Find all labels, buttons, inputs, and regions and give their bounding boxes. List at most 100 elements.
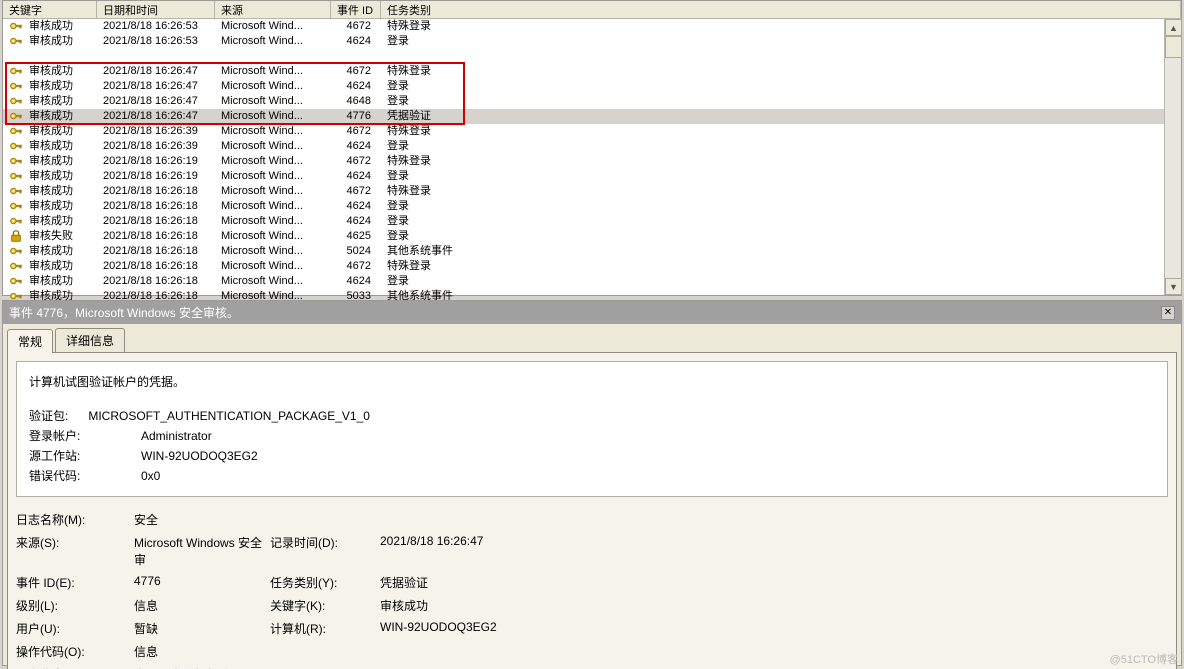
detail-title-text: 事件 4776，Microsoft Windows 安全审核。 bbox=[9, 304, 239, 321]
cell-keyword: 审核成功 bbox=[29, 80, 73, 92]
table-row[interactable]: 审核成功2021/8/18 16:26:47Microsoft Wind...4… bbox=[3, 109, 1181, 124]
key-icon bbox=[9, 184, 25, 198]
key-icon bbox=[9, 199, 25, 213]
table-row[interactable]: 审核成功2021/8/18 16:26:39Microsoft Wind...4… bbox=[3, 139, 1181, 154]
table-row[interactable]: 审核成功2021/8/18 16:26:47Microsoft Wind...4… bbox=[3, 94, 1181, 109]
cell-source: Microsoft Wind... bbox=[221, 140, 303, 152]
cell-keyword: 审核成功 bbox=[29, 155, 73, 167]
cell-datetime: 2021/8/18 16:26:47 bbox=[103, 80, 198, 92]
key-icon bbox=[9, 154, 25, 168]
col-header-eventid[interactable]: 事件 ID bbox=[331, 1, 381, 18]
cell-keyword: 审核成功 bbox=[29, 275, 73, 287]
cell-datetime: 2021/8/18 16:26:18 bbox=[103, 185, 198, 197]
cell-category: 登录 bbox=[387, 200, 409, 212]
tab-details[interactable]: 详细信息 bbox=[55, 328, 125, 352]
table-row[interactable] bbox=[3, 49, 1181, 64]
table-row[interactable]: 审核成功 2021/8/18 16:26:18 Microsoft Wind... 4… bbox=[3, 259, 1181, 274]
key-icon bbox=[9, 64, 25, 78]
acct-label: 登录帐户: bbox=[29, 426, 85, 446]
cell-eventid: 4672 bbox=[347, 65, 371, 77]
table-row[interactable]: 审核失败2021/8/18 16:26:18Microsoft Wind...4… bbox=[3, 229, 1181, 244]
cell-source: Microsoft Wind... bbox=[221, 170, 303, 182]
cell-source: Microsoft Wind... bbox=[221, 200, 303, 212]
cell-datetime: 2021/8/18 16:26:53 bbox=[103, 35, 198, 47]
close-icon[interactable]: ✕ bbox=[1161, 306, 1175, 320]
key-icon bbox=[9, 109, 25, 123]
cell-category: 登录 bbox=[387, 140, 409, 152]
cell-keyword: 审核成功 bbox=[29, 95, 73, 107]
computer-label: 计算机(R): bbox=[270, 620, 380, 637]
cell-keyword: 审核成功 bbox=[29, 215, 73, 227]
scroll-thumb[interactable] bbox=[1165, 36, 1182, 58]
cell-category: 登录 bbox=[387, 170, 409, 182]
key-icon bbox=[9, 34, 25, 48]
table-row[interactable]: 审核成功2021/8/18 16:26:47Microsoft Wind...4… bbox=[3, 64, 1181, 79]
col-header-source[interactable]: 来源 bbox=[215, 1, 331, 18]
table-row[interactable]: 审核成功2021/8/18 16:26:19Microsoft Wind...4… bbox=[3, 169, 1181, 184]
cell-datetime: 2021/8/18 16:26:53 bbox=[103, 20, 198, 32]
key-icon bbox=[9, 274, 25, 288]
cell-source: Microsoft Wind... bbox=[221, 185, 303, 197]
detail-tabs: 常规 详细信息 bbox=[3, 324, 1181, 352]
computer-value: WIN-92UODOQ3EG2 bbox=[380, 620, 1168, 637]
cell-source: Microsoft Wind... bbox=[221, 230, 303, 242]
pkg-label: 验证包: bbox=[29, 406, 85, 426]
lock-icon bbox=[9, 229, 25, 243]
table-row[interactable]: 审核成功2021/8/18 16:26:39Microsoft Wind...4… bbox=[3, 124, 1181, 139]
cell-eventid: 4624 bbox=[347, 80, 371, 92]
cell-source: Microsoft Wind... bbox=[221, 110, 303, 122]
table-row[interactable]: 审核成功2021/8/18 16:26:18Microsoft Wind...4… bbox=[3, 184, 1181, 199]
table-row[interactable]: 审核成功2021/8/18 16:26:18Microsoft Wind...5… bbox=[3, 244, 1181, 259]
cell-category: 特殊登录 bbox=[387, 185, 431, 197]
cell-datetime: 2021/8/18 16:26:47 bbox=[103, 110, 198, 122]
table-row[interactable]: 审核成功2021/8/18 16:26:19Microsoft Wind...4… bbox=[3, 154, 1181, 169]
logname-label: 日志名称(M): bbox=[16, 511, 134, 528]
event-detail-pane: 事件 4776，Microsoft Windows 安全审核。 ✕ 常规 详细信… bbox=[2, 300, 1182, 666]
cell-source: Microsoft Wind... bbox=[221, 245, 303, 257]
acct-value: Administrator bbox=[141, 426, 212, 446]
key-icon bbox=[9, 139, 25, 153]
table-row[interactable]: 审核成功2021/8/18 16:26:18Microsoft Wind...4… bbox=[3, 274, 1181, 289]
cell-datetime: 2021/8/18 16:26:47 bbox=[103, 65, 198, 77]
col-header-category[interactable]: 任务类别 bbox=[381, 1, 1181, 18]
cell-keyword: 审核成功 bbox=[29, 170, 73, 182]
event-list-pane: 关键字 日期和时间 来源 事件 ID 任务类别 审核成功2021/8/18 16… bbox=[2, 0, 1182, 296]
cell-eventid: 4624 bbox=[347, 215, 371, 227]
cell-category: 特殊登录 bbox=[387, 155, 431, 167]
key-icon bbox=[9, 124, 25, 138]
cell-category: 凭据验证 bbox=[387, 110, 431, 122]
cell-eventid: 4648 bbox=[347, 95, 371, 107]
taskcat-label: 任务类别(Y): bbox=[270, 574, 380, 591]
msg-headline: 计算机试图验证帐户的凭据。 bbox=[29, 372, 1155, 392]
cell-category: 特殊登录 bbox=[387, 125, 431, 137]
cell-source: Microsoft Wind... bbox=[221, 20, 303, 32]
scroll-down-button[interactable]: ▼ bbox=[1165, 278, 1182, 295]
cell-category: 登录 bbox=[387, 230, 409, 242]
cell-source: Microsoft Wind... bbox=[221, 260, 303, 272]
key-icon bbox=[9, 259, 25, 273]
cell-eventid: 4672 bbox=[347, 260, 371, 272]
tab-general[interactable]: 常规 bbox=[7, 329, 53, 353]
cell-datetime: 2021/8/18 16:26:18 bbox=[103, 260, 198, 272]
cell-eventid: 4672 bbox=[347, 185, 371, 197]
logged-value: 2021/8/18 16:26:47 bbox=[380, 534, 1168, 568]
col-header-datetime[interactable]: 日期和时间 bbox=[97, 1, 215, 18]
table-row[interactable]: 审核成功2021/8/18 16:26:18Microsoft Wind...4… bbox=[3, 199, 1181, 214]
err-label: 错误代码: bbox=[29, 466, 85, 486]
table-row[interactable]: 审核成功2021/8/18 16:26:47Microsoft Wind...4… bbox=[3, 79, 1181, 94]
cell-source: Microsoft Wind... bbox=[221, 95, 303, 107]
cell-source: Microsoft Wind... bbox=[221, 125, 303, 137]
cell-keyword: 审核成功 bbox=[29, 260, 73, 272]
col-header-keyword[interactable]: 关键字 bbox=[3, 1, 97, 18]
table-row[interactable]: 审核成功2021/8/18 16:26:18Microsoft Wind...4… bbox=[3, 214, 1181, 229]
cell-keyword: 审核成功 bbox=[29, 200, 73, 212]
table-row[interactable]: 审核成功2021/8/18 16:26:53Microsoft Wind...4… bbox=[3, 34, 1181, 49]
vertical-scrollbar[interactable]: ▲ ▼ bbox=[1164, 19, 1181, 295]
source-value: Microsoft Windows 安全审 bbox=[134, 534, 270, 568]
cell-eventid: 4672 bbox=[347, 155, 371, 167]
table-row[interactable]: 审核成功2021/8/18 16:26:53Microsoft Wind...4… bbox=[3, 19, 1181, 34]
list-header: 关键字 日期和时间 来源 事件 ID 任务类别 bbox=[3, 1, 1181, 19]
cell-source: Microsoft Wind... bbox=[221, 215, 303, 227]
scroll-up-button[interactable]: ▲ bbox=[1165, 19, 1182, 36]
event-rows: 审核成功 2021/8/18 16:26:53 Microsoft Wind... 4… bbox=[3, 19, 1181, 304]
